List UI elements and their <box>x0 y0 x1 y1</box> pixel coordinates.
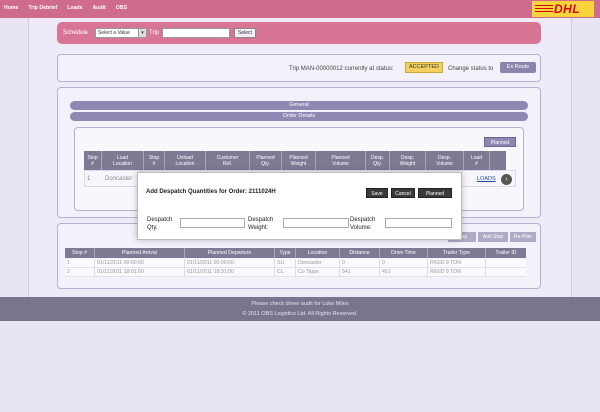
footer-copyright: © 2011 OBS Logistics Ltd. All Rights Res… <box>242 311 358 317</box>
table-row[interactable]: 2 01/11/2011 18:01:00 01/11/2011 18:31:0… <box>65 268 526 277</box>
select-button[interactable]: Select <box>234 28 256 38</box>
re-plan-button[interactable]: Re-Plan <box>510 232 536 242</box>
stops-table-header: Stop # Planned Arrival Planned Departure… <box>65 248 526 258</box>
ex-route-button[interactable]: Ex Route <box>500 62 536 73</box>
chevron-down-icon[interactable]: ▾ <box>138 29 146 37</box>
dhl-logo-text: DHL <box>554 2 581 16</box>
footer: Please check driver audit for Luke Miles… <box>0 297 600 321</box>
column-header: Drive Time <box>380 248 428 258</box>
column-header: Unload Location <box>165 151 206 170</box>
column-header: Trailer Type <box>428 248 486 258</box>
general-section-header[interactable]: General <box>70 101 528 110</box>
nav-loads[interactable]: Loads <box>67 5 82 11</box>
logo-stripe <box>534 11 554 13</box>
nav-audit[interactable]: Audit <box>93 5 106 11</box>
change-status-label: Change status to <box>448 66 494 72</box>
table-cell: 0 <box>340 259 380 268</box>
column-header: Planned Qty. <box>250 151 282 170</box>
logo-stripe <box>534 5 554 7</box>
cancel-button[interactable]: Cancel <box>391 188 415 198</box>
column-header: Desp. Qty. <box>366 151 390 170</box>
logo-stripe <box>534 8 554 10</box>
column-header <box>490 151 506 170</box>
status-badge: ACCEPTED <box>405 62 443 73</box>
table-cell: Co Tipps <box>296 268 340 277</box>
table-cell: 541 <box>340 268 380 277</box>
trip-status-text: Trip MAN-00000012 currently at status: <box>289 66 394 72</box>
table-cell: RIGID 9 TON <box>428 259 486 268</box>
schedule-bar: Schedule Select a Value ▾ Trip Select <box>57 22 541 44</box>
table-cell: 01/11/2011 18:31:00 <box>185 268 275 277</box>
despatch-qty-label: Despatch Qty. <box>147 217 173 231</box>
despatch-weight-field[interactable] <box>283 218 349 228</box>
despatch-qty-field[interactable] <box>180 218 245 228</box>
nav-obs[interactable]: OBS <box>116 5 127 11</box>
despatch-weight-label: Despatch Weight: <box>248 217 274 231</box>
column-header: Desp. Volume <box>426 151 464 170</box>
table-cell: 451 <box>380 268 428 277</box>
trip-input[interactable] <box>162 28 230 38</box>
table-cell: 01/11/2011 00:00:00 <box>95 259 185 268</box>
planned-button[interactable]: Planned <box>484 137 516 147</box>
order-load-location-cell: Doncaster <box>105 176 133 182</box>
despatch-volume-field[interactable] <box>385 218 452 228</box>
loads-link[interactable]: LOADS <box>477 176 496 182</box>
table-cell: 2 <box>65 268 95 277</box>
column-header: Planned Volume <box>316 151 366 170</box>
table-cell: 1 <box>65 259 95 268</box>
add-stop-button[interactable]: Add Stop <box>478 232 508 242</box>
column-header: Load Location <box>102 151 144 170</box>
column-header: Planned Departure <box>185 248 275 258</box>
nav-trip-debrief[interactable]: Trip Debrief <box>28 5 57 11</box>
table-cell <box>486 259 526 268</box>
column-header: Trailer ID <box>486 248 526 258</box>
top-nav-bar: Home Trip Debrief Loads Audit OBS DHL <box>0 0 600 18</box>
order-table-header: Stop # Load Location Stop # Unload Location … <box>84 151 506 170</box>
column-header: Planned Weight <box>282 151 316 170</box>
column-header: Desp. Weight <box>390 151 426 170</box>
trip-label: Trip <box>149 30 160 36</box>
schedule-select-value: Select a Value <box>98 30 130 36</box>
save-button[interactable]: Save <box>366 188 388 198</box>
table-cell: 0 <box>380 259 428 268</box>
column-header: Type <box>275 248 296 258</box>
column-header: Customer Ref. <box>206 151 250 170</box>
arrow-right-icon[interactable]: › <box>501 174 512 185</box>
table-cell: RIGID 9 TON <box>428 268 486 277</box>
table-cell: 01/11/2011 00:00:00 <box>185 259 275 268</box>
planned-dialog-button[interactable]: Planned <box>418 188 452 198</box>
schedule-label: Schedule <box>63 30 89 36</box>
table-row[interactable]: 1 01/11/2011 00:00:00 01/11/2011 00:00:0… <box>65 259 526 268</box>
schedule-select[interactable]: Select a Value ▾ <box>95 28 147 38</box>
dhl-logo: DHL <box>532 1 594 17</box>
table-cell: 01/11/2011 18:01:00 <box>95 268 185 277</box>
table-cell: Doncaster <box>296 259 340 268</box>
order-stop-cell: 1 <box>87 176 91 182</box>
column-header: Stop # <box>84 151 102 170</box>
table-cell: SU <box>275 259 296 268</box>
footer-audit-message: Please check driver audit for Luke Miles <box>251 301 349 307</box>
order-details-section-header[interactable]: Order Details <box>70 112 528 121</box>
column-header: Location <box>296 248 340 258</box>
nav-home[interactable]: Home <box>4 5 18 11</box>
despatch-quantities-dialog: Add Despatch Quantities for Order: 21110… <box>137 172 462 240</box>
dialog-title: Add Despatch Quantities for Order: 21110… <box>146 189 276 195</box>
column-header: Load # <box>464 151 490 170</box>
table-cell <box>486 268 526 277</box>
column-header: Distance <box>340 248 380 258</box>
column-header: Planned Arrival <box>95 248 185 258</box>
column-header: Stop # <box>144 151 165 170</box>
table-cell: CL <box>275 268 296 277</box>
column-header: Stop # <box>65 248 95 258</box>
despatch-volume-label: Despatch Volume: <box>350 217 376 231</box>
top-nav: Home Trip Debrief Loads Audit OBS <box>4 5 127 11</box>
